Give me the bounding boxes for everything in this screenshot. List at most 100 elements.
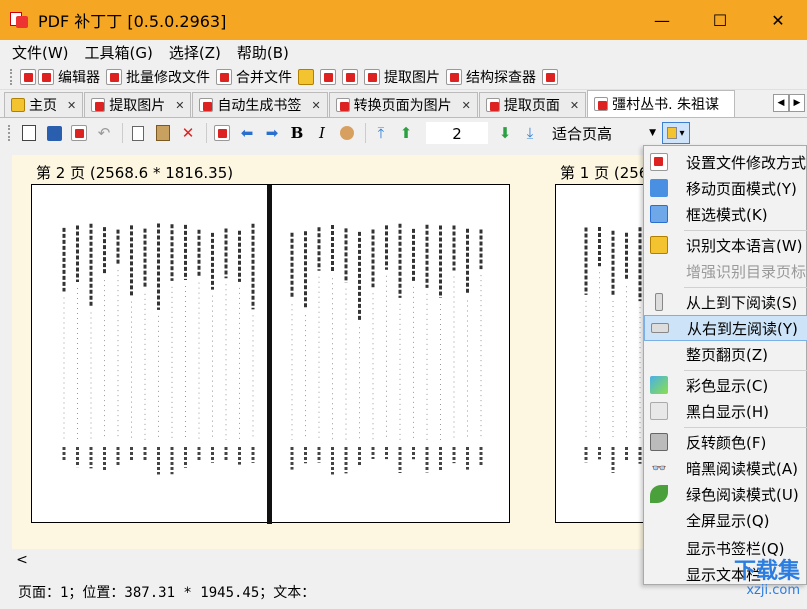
menu-item-enhance-toc[interactable]: 增强识别目录页标志 (644, 258, 807, 284)
tab-document[interactable]: 彊村丛书. 朱祖谋 (587, 90, 736, 117)
menu-item-color-display[interactable]: 彩色显示(C) (644, 372, 807, 398)
tab-home[interactable]: 主页 ✕ (4, 92, 84, 117)
tab-scroll-right-icon[interactable]: ▶ (789, 94, 805, 112)
page-label: 第 1 页 (256 (560, 164, 649, 182)
convert-icon[interactable] (342, 68, 358, 85)
italic-icon[interactable]: I (311, 122, 333, 144)
toolbar-grip-icon (8, 125, 14, 141)
tab-auto-bookmark[interactable]: 自动生成书签 ✕ (192, 92, 328, 117)
close-icon[interactable]: ✕ (175, 99, 184, 112)
menu-item-box-select-mode[interactable]: 框选模式(K) (644, 201, 807, 227)
undo-icon[interactable]: ↶ (93, 122, 115, 144)
watermark-text: 下载集 (733, 559, 800, 584)
menu-item-label: 设置文件修改方式( (686, 153, 807, 172)
view-menu-button[interactable]: ▾ (662, 122, 690, 144)
toolbar-grip-icon (10, 68, 16, 85)
page-number-input[interactable]: 2 (426, 122, 488, 144)
menu-item-move-mode[interactable]: 移动页面模式(Y) (644, 175, 807, 201)
menu-item-dark-mode[interactable]: 👓 暗黑阅读模式(A) (644, 455, 807, 481)
view-context-menu: 设置文件修改方式( 移动页面模式(Y) 框选模式(K) 识别文本语言(W) 增强… (643, 145, 807, 585)
menu-file[interactable]: 文件(W) (4, 42, 77, 63)
tab-scroll-left-icon[interactable]: ◀ (773, 94, 789, 112)
close-button[interactable]: ✕ (749, 0, 807, 40)
extract-images-icon (364, 68, 380, 85)
batch-label: 批量修改文件 (126, 69, 210, 86)
menu-item-label: 增强识别目录页标志 (686, 262, 807, 281)
menu-select[interactable]: 选择(Z) (161, 42, 229, 63)
chevron-down-icon: ▼ (649, 128, 656, 138)
font-icon[interactable] (336, 122, 358, 144)
merge-button[interactable]: 合并文件 (216, 67, 292, 87)
extract-images-icon (91, 98, 106, 112)
close-icon[interactable]: ✕ (67, 99, 76, 112)
menu-item-invert-colors[interactable]: 反转颜色(F) (644, 429, 807, 455)
leaf-icon (650, 485, 668, 503)
menu-item-label: 从右到左阅读(Y) (687, 319, 798, 338)
menu-item-label: 绿色阅读模式(U) (686, 485, 799, 504)
menu-item-green-mode[interactable]: 绿色阅读模式(U) (644, 481, 807, 507)
menu-item-label: 整页翻页(Z) (686, 345, 768, 364)
new-icon[interactable] (18, 122, 40, 144)
pdf-icon (20, 68, 36, 85)
menu-item-top-to-bottom[interactable]: 从上到下阅读(S) (644, 289, 807, 315)
save-as-icon[interactable] (68, 122, 90, 144)
status-text: 页面：1；位置：387.31 * 1945.45；文本： (18, 585, 316, 601)
editor-icon (38, 68, 54, 85)
last-page-icon[interactable]: ⤓ (519, 122, 541, 144)
editor-button[interactable]: 编辑器 (38, 67, 100, 87)
tab-bar: 主页 ✕ 提取图片 ✕ 自动生成书签 ✕ 转换页面为图片 ✕ 提取页面 ✕ 彊村丛书. 朱… (0, 90, 807, 118)
menu-item-grayscale[interactable]: 黑白显示(H) (644, 398, 807, 424)
menu-help[interactable]: 帮助(B) (229, 42, 297, 63)
delete-icon[interactable]: ✕ (177, 122, 199, 144)
menu-item-label: 从上到下阅读(S) (686, 293, 798, 312)
paste-icon[interactable] (152, 122, 174, 144)
glasses-icon: 👓 (651, 461, 667, 475)
blank-icon (650, 511, 668, 529)
tab-label: 自动生成书签 (217, 98, 302, 114)
menu-item-ocr-language[interactable]: 识别文本语言(W) (644, 232, 807, 258)
prev-page-icon[interactable]: ⬆ (395, 122, 417, 144)
menu-item-whole-page[interactable]: 整页翻页(Z) (644, 341, 807, 367)
blank-icon (650, 565, 668, 583)
pdf-page[interactable] (31, 184, 510, 524)
insert-icon[interactable] (211, 122, 233, 144)
first-page-icon[interactable]: ⤒ (370, 122, 392, 144)
arrow-left-icon[interactable]: ⬅ (236, 122, 258, 144)
bold-icon[interactable]: B (286, 122, 308, 144)
structure-icon (446, 68, 462, 85)
pdf-info-icon[interactable] (542, 68, 558, 85)
close-icon[interactable]: ✕ (462, 99, 471, 112)
move-icon (650, 179, 668, 197)
close-icon[interactable]: ✕ (570, 99, 579, 112)
box-select-icon (650, 205, 668, 223)
structure-explorer-button[interactable]: 结构探查器 (446, 67, 536, 87)
horizontal-read-icon (651, 323, 669, 333)
batch-modify-button[interactable]: 批量修改文件 (106, 67, 210, 87)
watermark-logo: 下载集 xzji.com (686, 553, 804, 603)
menu-item-file-modify-mode[interactable]: 设置文件修改方式( (644, 149, 807, 175)
app-icon (10, 10, 30, 30)
next-page-icon[interactable]: ⬇ (494, 122, 516, 144)
ocr-icon[interactable] (298, 68, 314, 85)
tab-label: 彊村丛书. 朱祖谋 (612, 97, 719, 113)
save-icon[interactable] (43, 122, 65, 144)
extract-images-button[interactable]: 提取图片 (364, 67, 440, 87)
tab-extract-images[interactable]: 提取图片 ✕ (84, 92, 192, 117)
minimize-button[interactable]: — (633, 0, 691, 40)
scroll-left-icon[interactable]: < (12, 552, 32, 568)
copy-icon[interactable] (127, 122, 149, 144)
menu-item-right-to-left[interactable]: 从右到左阅读(Y) (644, 315, 807, 341)
menu-tools[interactable]: 工具箱(G) (77, 42, 161, 63)
bookmark-icon[interactable] (320, 68, 336, 85)
zoom-select[interactable]: 适合页高 ▼ (548, 122, 660, 144)
menu-item-label: 黑白显示(H) (686, 402, 769, 421)
merge-icon (216, 68, 232, 85)
close-icon[interactable]: ✕ (311, 99, 320, 112)
arrow-right-icon[interactable]: ➡ (261, 122, 283, 144)
merge-label: 合并文件 (236, 69, 292, 86)
menu-item-fullscreen[interactable]: 全屏显示(Q) (644, 507, 807, 533)
tab-convert-to-images[interactable]: 转换页面为图片 ✕ (328, 92, 478, 117)
tab-extract-pages[interactable]: 提取页面 ✕ (478, 92, 587, 117)
blank-icon (650, 539, 668, 557)
maximize-button[interactable]: ☐ (691, 0, 749, 40)
